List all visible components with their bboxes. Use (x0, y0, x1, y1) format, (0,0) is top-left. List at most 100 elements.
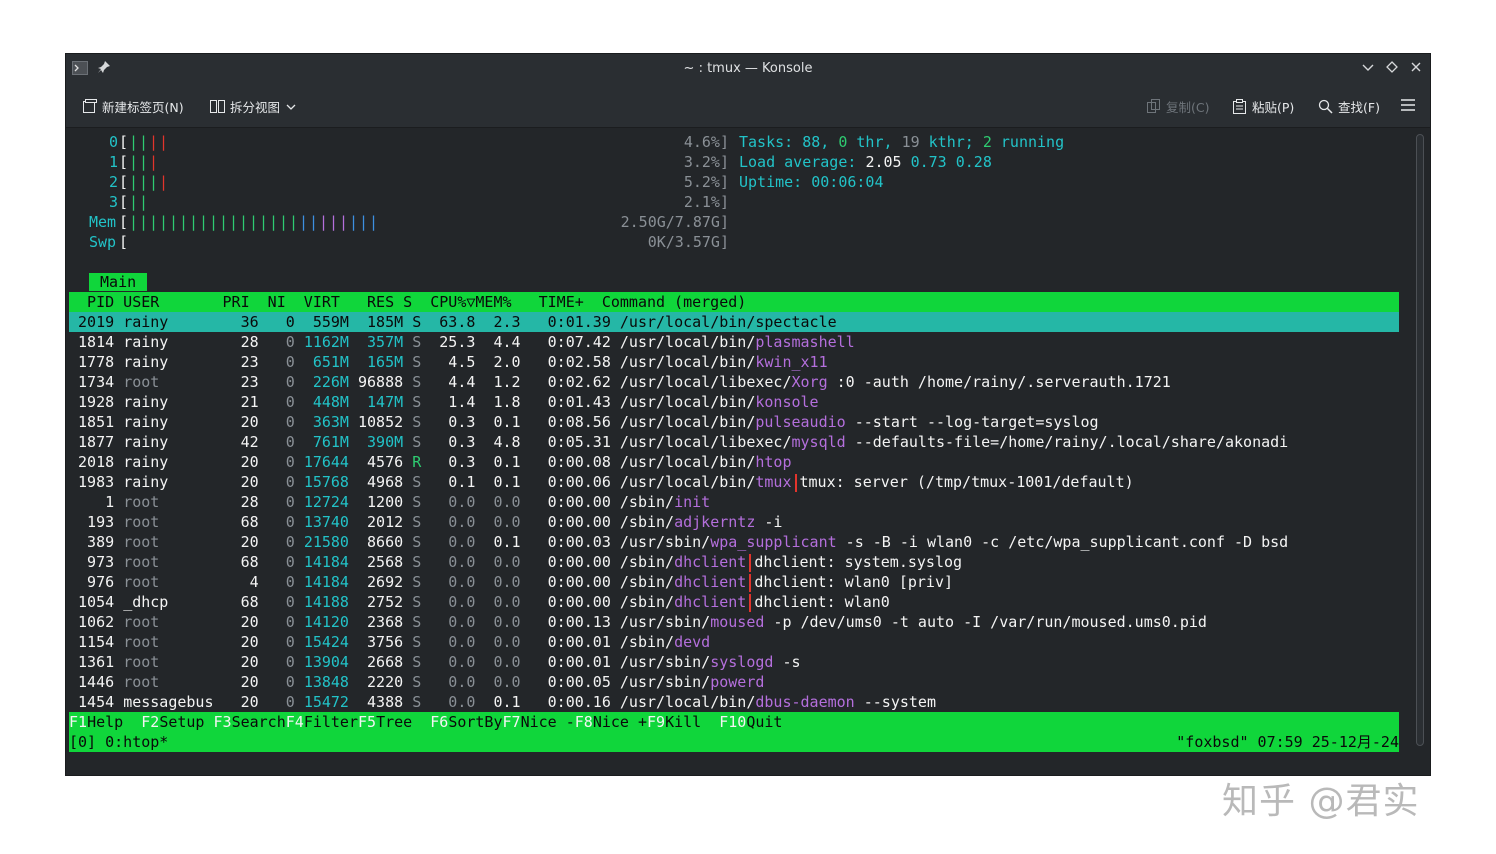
find-button[interactable]: 查找(F) (1318, 97, 1380, 115)
table-row[interactable]: 2019 rainy 36 0 559M 185M S 63.8 2.3 0:0… (69, 312, 1399, 332)
fkey-f5[interactable]: F5Tree (358, 713, 430, 731)
paste-icon (1232, 99, 1246, 114)
mem-bar: | (339, 213, 349, 231)
table-row[interactable]: 1446 root 20 0 13848 2220 S 0.0 0.0 0:00… (69, 672, 1399, 692)
copy-icon (1146, 99, 1160, 113)
cell-res: 4576 (358, 453, 413, 471)
cell-time: 0:02.58 (529, 353, 620, 371)
tmux-window-list: [0] 0:htop* (69, 733, 169, 751)
table-row[interactable]: 1851 rainy 20 0 363M 10852 S 0.3 0.1 0:0… (69, 412, 1399, 432)
split-view-icon (210, 99, 225, 113)
table-row[interactable]: 1877 rainy 42 0 761M 390M S 0.3 4.8 0:05… (69, 432, 1399, 452)
cell-res: 2752 (358, 593, 413, 611)
search-icon (1318, 99, 1333, 114)
cell-cpu: 0.0 (430, 513, 485, 531)
function-key-bar: F1Help F2Setup F3SearchF4FilterF5Tree F6… (69, 712, 1399, 732)
cell-cpu: 0.1 (430, 473, 485, 491)
cell-pri: 68 (222, 553, 268, 571)
copy-button[interactable]: 复制(C) (1146, 97, 1209, 115)
cell-res: 1200 (358, 493, 413, 511)
cell-cpu: 0.0 (430, 653, 485, 671)
cell-virt: 13904 (303, 653, 358, 671)
cell-state: S (412, 573, 431, 591)
table-row[interactable]: 389 root 20 0 21580 8660 S 0.0 0.1 0:00.… (69, 532, 1399, 552)
cell-user: rainy (123, 393, 223, 411)
cell-pri: 23 (222, 353, 268, 371)
cell-path: /usr/sbin/ (619, 673, 711, 691)
fkey-f2[interactable]: F2Setup (141, 713, 213, 731)
cell-path: /usr/sbin/ (619, 533, 711, 551)
load-15: 0.28 (955, 153, 992, 171)
cell-time: 0:01.39 (529, 313, 620, 331)
cell-mem: 0.0 (484, 513, 530, 531)
fkey-key: F9 (647, 713, 666, 731)
terminal-view[interactable]: 0[| | | | 4.6%] 1[| | | 3.2%] 2[| | | | 5.2%] 3[| | 2.1%… (69, 130, 1409, 774)
bracket: [ (119, 193, 129, 211)
fkey-key: F3 (213, 713, 232, 731)
load-label: Load average: (739, 153, 866, 171)
cell-res: 4388 (358, 693, 413, 711)
fkey-f3[interactable]: F3Search (214, 713, 286, 731)
table-row[interactable]: 1062 root 20 0 14120 2368 S 0.0 0.0 0:00… (69, 612, 1399, 632)
minimize-icon[interactable] (1360, 60, 1376, 76)
mem-bar: | (359, 213, 369, 231)
paste-button[interactable]: 粘贴(P) (1232, 97, 1294, 115)
cell-state: S (412, 433, 431, 451)
table-row[interactable]: 1814 rainy 28 0 1162M 357M S 25.3 4.4 0:… (69, 332, 1399, 352)
table-row[interactable]: 1983 rainy 20 0 15768 4968 S 0.1 0.1 0:0… (69, 472, 1399, 492)
cell-path: /sbin/ (619, 553, 675, 571)
fkey-f6[interactable]: F6SortBy (430, 713, 502, 731)
cell-pri: 20 (222, 413, 268, 431)
cell-virt: 13740 (303, 513, 358, 531)
cpu-id: 3 (109, 193, 119, 211)
cell-time: 0:08.56 (529, 413, 620, 431)
table-row[interactable]: 1154 root 20 0 15424 3756 S 0.0 0.0 0:00… (69, 632, 1399, 652)
table-row[interactable]: 193 root 68 0 13740 2012 S 0.0 0.0 0:00.… (69, 512, 1399, 532)
table-row[interactable]: 1054 _dhcp 68 0 14188 2752 S 0.0 0.0 0:0… (69, 592, 1399, 612)
cell-pid: 1734 (69, 373, 124, 391)
cell-virt: 761M (303, 433, 358, 451)
cpu-meter-1: 1[| | | 3.2%] (69, 152, 729, 172)
table-row[interactable]: 976 root 4 0 14184 2692 S 0.0 0.0 0:00.0… (69, 572, 1399, 592)
fkey-f8[interactable]: F8Nice + (575, 713, 647, 731)
table-row[interactable]: 1361 root 20 0 13904 2668 S 0.0 0.0 0:00… (69, 652, 1399, 672)
cell-state: S (412, 333, 431, 351)
hamburger-menu-button[interactable] (1400, 97, 1416, 115)
table-row[interactable]: 1734 root 23 0 226M 96888 S 4.4 1.2 0:02… (69, 372, 1399, 392)
table-row[interactable]: 1454 messagebus 20 0 15472 4388 S 0.0 0.… (69, 692, 1399, 712)
cell-command: spectacle (755, 313, 837, 331)
table-row[interactable]: 2018 rainy 20 0 17644 4576 R 0.3 0.1 0:0… (69, 452, 1399, 472)
tab-main-label[interactable]: Main (89, 273, 148, 291)
cell-user: root (123, 633, 223, 651)
maximize-icon[interactable] (1384, 60, 1400, 76)
scrollbar[interactable] (1416, 134, 1424, 746)
fkey-f10[interactable]: F10Quit (719, 713, 782, 731)
table-row[interactable]: 1778 rainy 23 0 651M 165M S 4.5 2.0 0:02… (69, 352, 1399, 372)
cell-args: -s (773, 653, 801, 671)
cell-path: /usr/local/libexec/ (619, 373, 792, 391)
cell-pri: 42 (222, 433, 268, 451)
split-view-label: 拆分视图 (230, 99, 281, 115)
cpu-bar: | (139, 173, 149, 191)
new-tab-button[interactable]: 新建标签页(N) (82, 97, 184, 115)
cell-pri: 20 (222, 613, 268, 631)
tree-separator (749, 593, 752, 612)
cell-command: dbus-daemon (755, 693, 855, 711)
fkey-f7[interactable]: F7Nice - (503, 713, 575, 731)
cell-ni: 0 (267, 353, 304, 371)
fkey-f9[interactable]: F9Kill (647, 713, 719, 731)
split-view-button[interactable]: 拆分视图 (210, 97, 296, 115)
hamburger-menu-icon (1400, 98, 1416, 115)
cell-command: Xorg (791, 373, 828, 391)
cell-time: 0:00.00 (529, 513, 620, 531)
table-row[interactable]: 1 root 28 0 12724 1200 S 0.0 0.0 0:00.00… (69, 492, 1399, 512)
fkey-f1[interactable]: F1Help (69, 713, 141, 731)
cpu-bar: | (149, 153, 159, 171)
table-row[interactable]: 1928 rainy 21 0 448M 147M S 1.4 1.8 0:01… (69, 392, 1399, 412)
cell-user: root (123, 493, 223, 511)
close-icon[interactable] (1408, 60, 1424, 76)
cell-virt: 21580 (303, 533, 358, 551)
fkey-f4[interactable]: F4Filter (286, 713, 358, 731)
table-row[interactable]: 973 root 68 0 14184 2568 S 0.0 0.0 0:00.… (69, 552, 1399, 572)
cell-command: syslogd (710, 653, 774, 671)
